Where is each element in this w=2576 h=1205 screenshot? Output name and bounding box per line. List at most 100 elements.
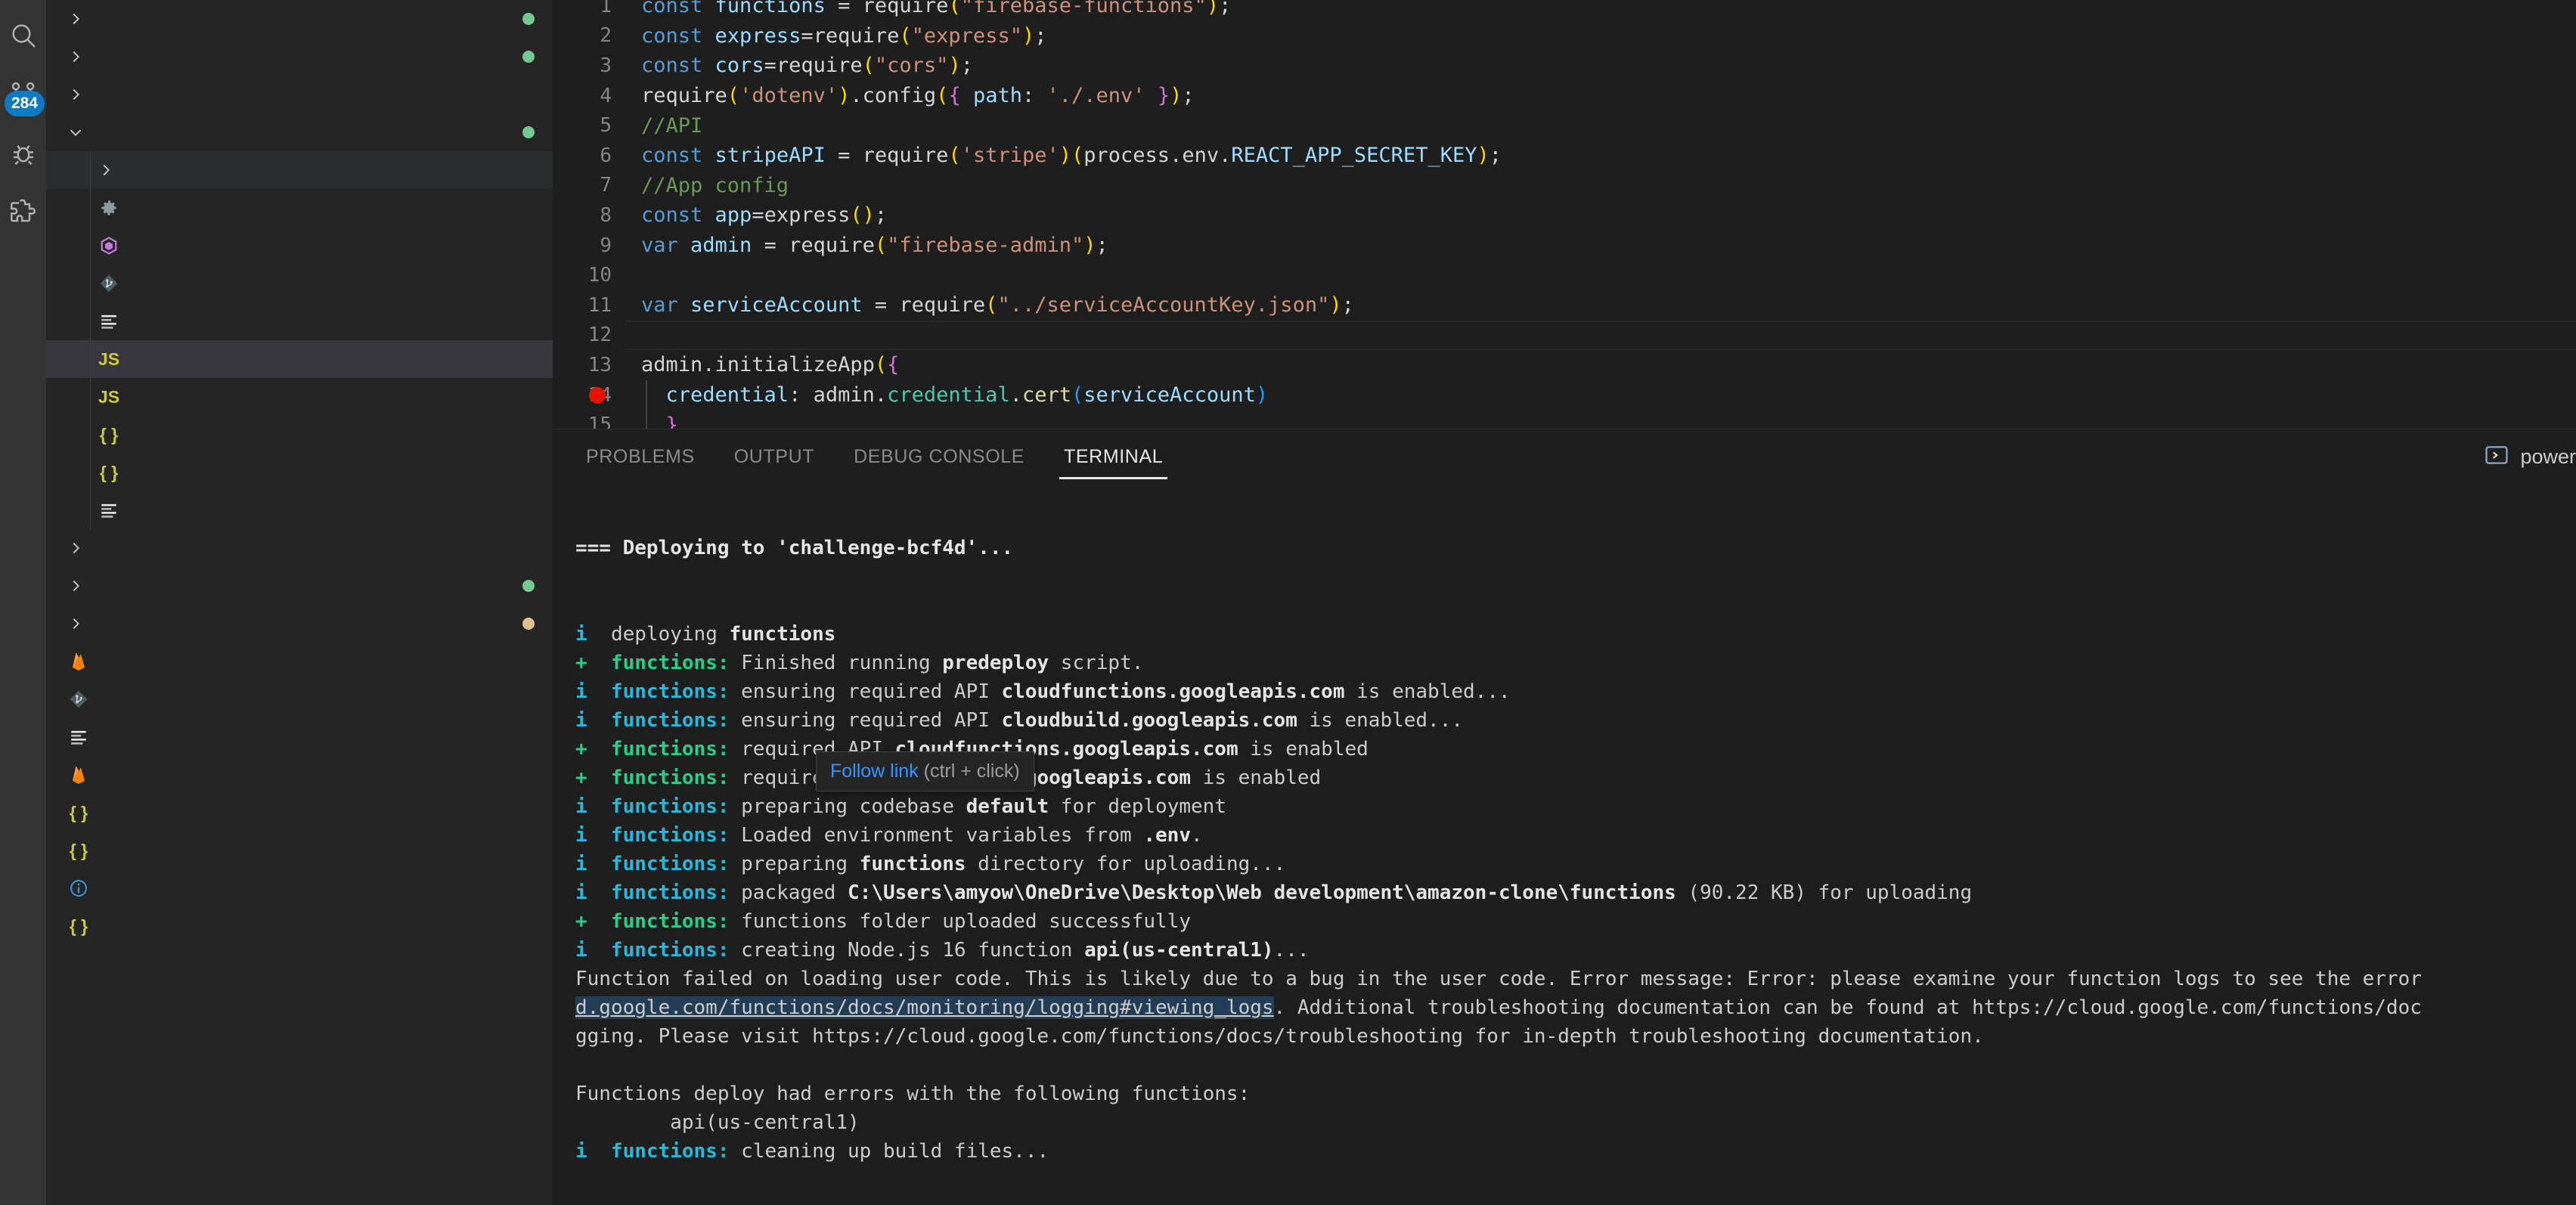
panel-tab-problems[interactable]: PROBLEMS (566, 429, 715, 484)
code-line-content: //App config (641, 173, 789, 197)
explorer-file-row[interactable] (46, 227, 553, 265)
explorer-folder-row[interactable] (46, 605, 553, 643)
code-line[interactable]: 10 (553, 260, 2576, 290)
code-editor[interactable]: 1 const functions = require("firebase-fun… (553, 0, 2576, 429)
terminal-text: Function failed on loading user code. Th… (575, 968, 2422, 990)
activity-bar-item-search[interactable] (0, 6, 46, 65)
terminal-text: functions: (599, 853, 730, 875)
code-line[interactable]: 13 admin.initializeApp({ (553, 350, 2576, 380)
chevron-right-icon[interactable] (63, 540, 88, 556)
chevron-right-icon[interactable] (63, 86, 88, 103)
terminal-text: i (575, 824, 600, 847)
terminal-output[interactable]: === Deploying to 'challenge-bcf4d'... i d… (553, 484, 2576, 1205)
code-line[interactable]: 14 credential: admin.credential.cert(ser… (553, 380, 2576, 410)
terminal-text: . Additional troubleshooting documentati… (1273, 996, 2422, 1019)
terminal-text: for deployment (1049, 795, 1226, 818)
explorer-file-row[interactable] (46, 302, 553, 340)
explorer-folder-row[interactable] (46, 529, 553, 567)
terminal-text: functions: (599, 680, 730, 703)
explorer-file-row[interactable]: JS (46, 340, 553, 378)
code-line-content: const express=require("express"); (641, 23, 1047, 48)
explorer-file-row[interactable]: JS (46, 378, 553, 416)
code-line[interactable]: 6 const stripeAPI = require('stripe')(pro… (553, 141, 2576, 171)
terminal-text: functions (859, 853, 966, 875)
activity-bar-item-source-control[interactable]: 284 (0, 65, 46, 124)
terminal-line: i deploying functions (553, 620, 2576, 649)
explorer-file-row[interactable]: { } (46, 832, 553, 869)
explorer-item-status-dot (522, 51, 535, 63)
code-line[interactable]: 9 var admin = require("firebase-admin"); (553, 231, 2576, 261)
code-line[interactable]: 12 (553, 321, 2576, 351)
terminal-text: functions: (599, 738, 730, 760)
explorer-file-row[interactable]: { } (46, 794, 553, 832)
explorer-file-row[interactable] (46, 265, 553, 302)
code-line[interactable]: 3 const cors=require("cors"); (553, 51, 2576, 81)
vscode-window: 284 JS JS{ }{ }{ }{ }{ } 1 const functio… (0, 0, 2576, 1205)
code-line-content: const functions = require("firebase-func… (641, 0, 1232, 18)
terminal-text: predeploy (942, 652, 1049, 674)
explorer-folder-row[interactable] (46, 567, 553, 605)
explorer-file-row[interactable] (46, 869, 553, 907)
code-line[interactable]: 15 } (553, 410, 2576, 429)
panel-actions: power (2484, 429, 2576, 484)
line-number: 6 (600, 144, 612, 167)
activity-bar-item-run-and-debug[interactable] (0, 124, 46, 183)
terminal-text: script. (1049, 652, 1144, 674)
explorer-file-row[interactable] (46, 643, 553, 680)
json-file-icon: { } (69, 802, 88, 822)
explorer-folder-row[interactable] (46, 38, 553, 76)
explorer-file-row[interactable] (46, 189, 553, 227)
chevron-right-icon[interactable] (63, 48, 88, 65)
chevron-down-icon[interactable] (63, 124, 88, 141)
explorer-file-row[interactable] (46, 718, 553, 756)
explorer-item-status-dot (522, 126, 535, 138)
code-line[interactable]: 1 const functions = require("firebase-fun… (553, 0, 2576, 21)
terminal-text: api(us-central1) (575, 1111, 860, 1134)
terminal-text: is enabled... (1344, 680, 1511, 703)
panel-tab-bar[interactable]: PROBLEMS OUTPUT DEBUG CONSOLE TERMINAL powe… (553, 429, 2576, 484)
terminal-line: api(us-central1) (553, 1108, 2576, 1137)
terminal-line: === Deploying to 'challenge-bcf4d'... (553, 534, 2576, 562)
explorer-folder-row[interactable] (46, 113, 553, 151)
chevron-right-icon[interactable] (63, 11, 88, 27)
terminal-instance-chip[interactable]: power (2484, 442, 2576, 472)
chevron-right-icon[interactable] (63, 578, 88, 594)
line-number: 7 (600, 174, 612, 197)
code-line[interactable]: 5 //API (553, 110, 2576, 141)
code-line[interactable]: 2 const express=require("express"); (553, 21, 2576, 51)
follow-link-action: Follow link (830, 760, 919, 782)
code-line[interactable]: 4 require('dotenv').config({ path: './.en… (553, 81, 2576, 111)
terminal-line: Functions deploy had errors with the fol… (553, 1080, 2576, 1108)
terminal-text: packaged (729, 881, 848, 904)
explorer-file-row[interactable]: { } (46, 907, 553, 945)
terminal-text: functions: (599, 767, 730, 789)
explorer-file-row[interactable] (46, 680, 553, 718)
activity-bar-item-extensions[interactable] (0, 183, 46, 242)
explorer-file-row[interactable] (46, 756, 553, 794)
js-file-icon: JS (98, 348, 120, 369)
chevron-right-icon[interactable] (93, 162, 119, 178)
explorer-file-row[interactable] (46, 491, 553, 529)
explorer-file-row[interactable]: { } (46, 416, 553, 454)
code-line[interactable]: 7 //App config (553, 171, 2576, 201)
terminal-line: i functions: cleaning up build files... (553, 1137, 2576, 1166)
line-number: 8 (600, 203, 612, 227)
panel-tab-debug-console[interactable]: DEBUG CONSOLE (834, 429, 1044, 484)
chevron-right-icon[interactable] (63, 615, 88, 632)
breakpoint-icon[interactable] (589, 386, 606, 404)
readme-file-icon (63, 878, 95, 898)
code-line[interactable]: 11 var serviceAccount = require("../servi… (553, 290, 2576, 321)
explorer-folder-row[interactable] (46, 151, 553, 189)
explorer-folder-row[interactable] (46, 0, 553, 38)
panel-tab-terminal[interactable]: TERMINAL (1044, 429, 1183, 484)
terminal-text: Loaded environment variables from (729, 824, 1144, 847)
file-tree[interactable]: JS JS { } { } { } { } { } (46, 0, 553, 945)
explorer-folder-row[interactable] (46, 76, 553, 113)
code-line[interactable]: 8 const app=express(); (553, 200, 2576, 231)
explorer-file-row[interactable]: { } (46, 454, 553, 491)
terminal-link[interactable]: d.google.com/functions/docs/monitoring/l… (575, 996, 1274, 1019)
explorer-item-status-dot (522, 580, 535, 592)
terminal-line: d.google.com/functions/docs/monitoring/l… (553, 993, 2576, 1022)
panel-tab-output[interactable]: OUTPUT (715, 429, 834, 484)
